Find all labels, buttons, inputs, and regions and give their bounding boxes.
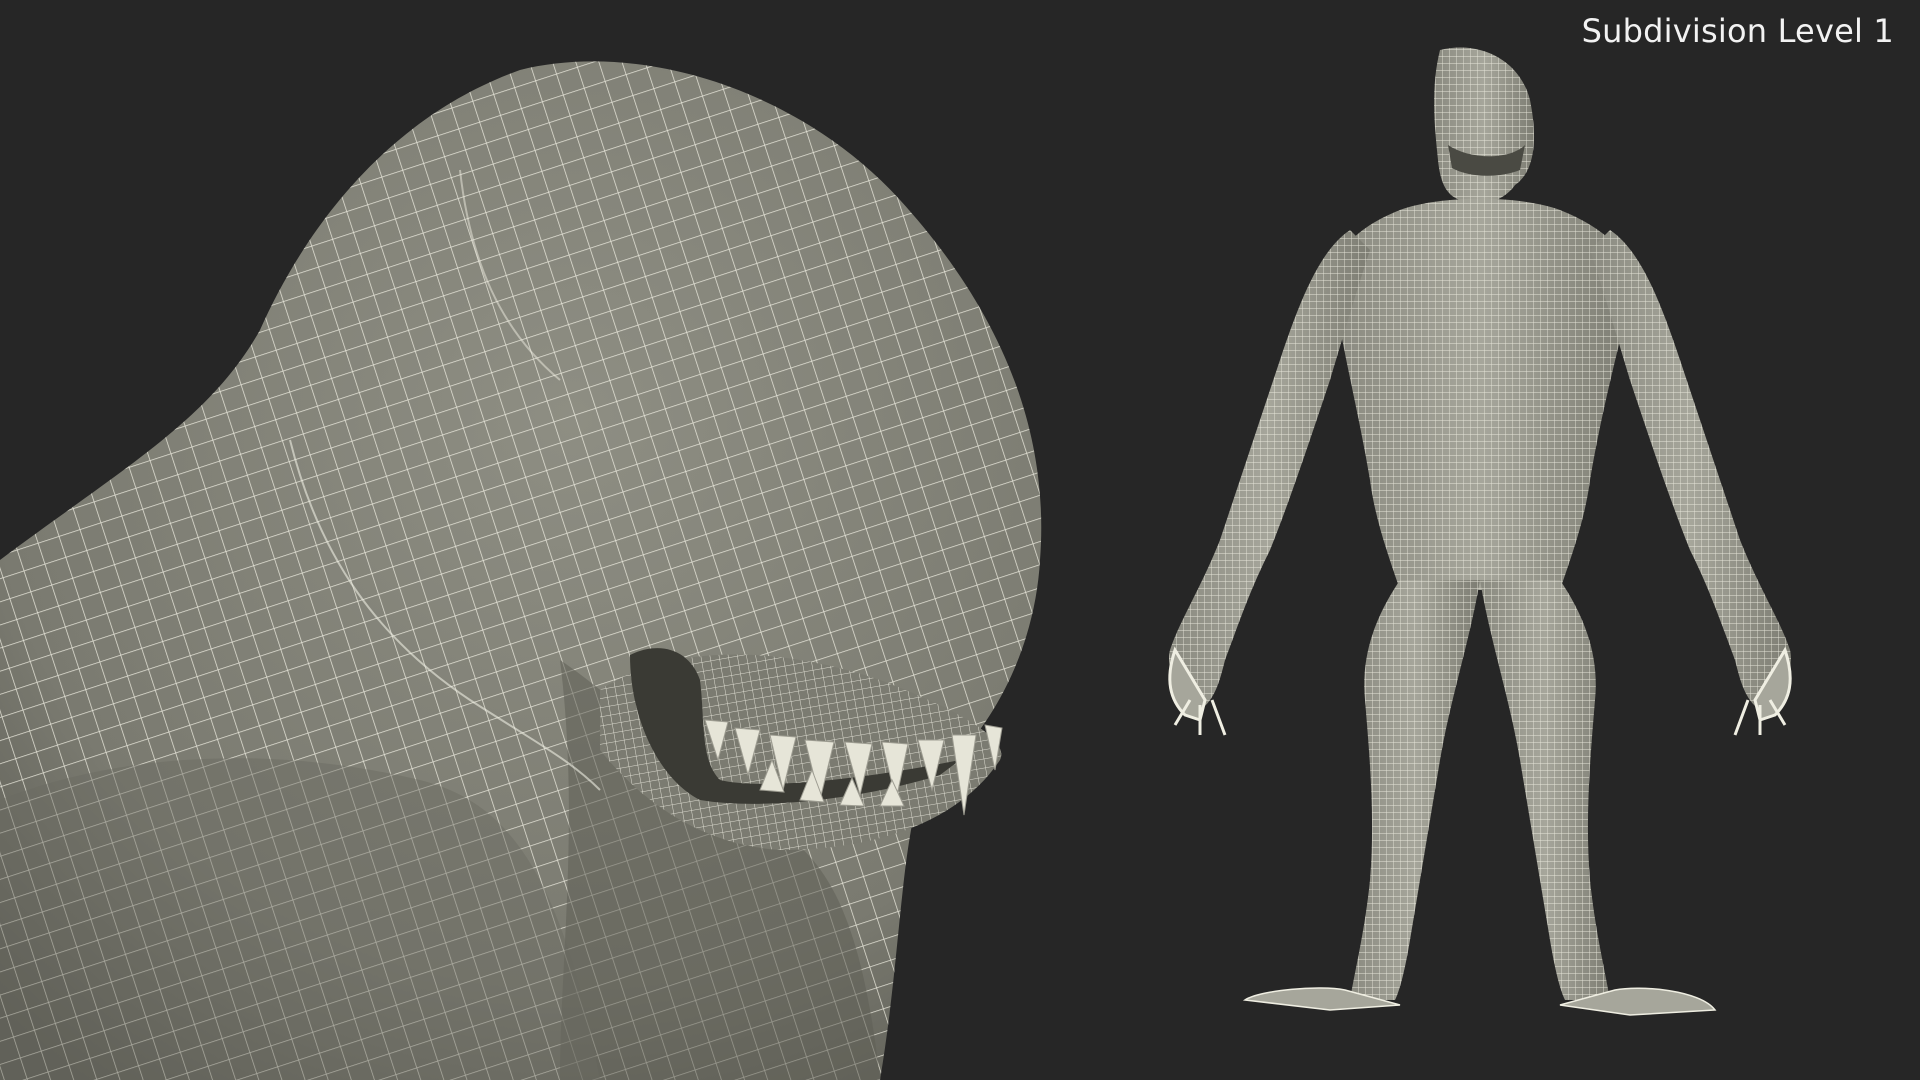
render-viewport: Subdivision Level 1 xyxy=(0,0,1920,1080)
full-body-model xyxy=(1168,47,1792,1016)
subdivision-level-label: Subdivision Level 1 xyxy=(1581,12,1894,50)
head-closeup xyxy=(0,61,1042,1080)
wireframe-render xyxy=(0,47,1792,1080)
